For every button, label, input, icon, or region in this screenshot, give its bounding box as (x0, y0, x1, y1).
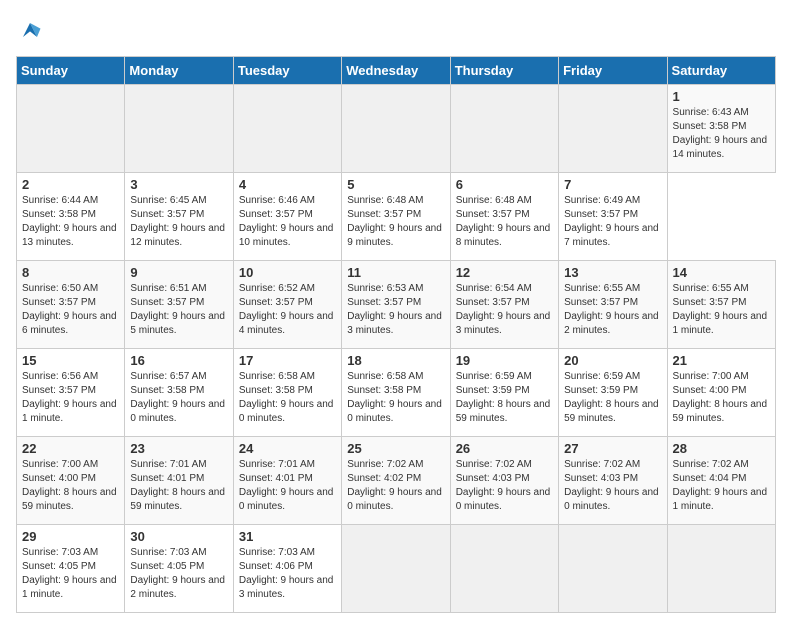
calendar-day: 31Sunrise: 7:03 AMSunset: 4:06 PMDayligh… (233, 525, 341, 613)
header-day: Sunday (17, 57, 125, 85)
calendar-week: 22Sunrise: 7:00 AMSunset: 4:00 PMDayligh… (17, 437, 776, 525)
calendar-day (559, 525, 667, 613)
calendar-day: 30Sunrise: 7:03 AMSunset: 4:05 PMDayligh… (125, 525, 233, 613)
page-header (16, 16, 776, 44)
calendar-day: 9Sunrise: 6:51 AMSunset: 3:57 PMDaylight… (125, 261, 233, 349)
calendar-day: 13Sunrise: 6:55 AMSunset: 3:57 PMDayligh… (559, 261, 667, 349)
calendar-day (450, 525, 558, 613)
header-row: SundayMondayTuesdayWednesdayThursdayFrid… (17, 57, 776, 85)
header-day: Thursday (450, 57, 558, 85)
calendar-week: 8Sunrise: 6:50 AMSunset: 3:57 PMDaylight… (17, 261, 776, 349)
header-day: Saturday (667, 57, 775, 85)
calendar-day: 21Sunrise: 7:00 AMSunset: 4:00 PMDayligh… (667, 349, 775, 437)
calendar-day: 3Sunrise: 6:45 AMSunset: 3:57 PMDaylight… (125, 173, 233, 261)
calendar-week: 29Sunrise: 7:03 AMSunset: 4:05 PMDayligh… (17, 525, 776, 613)
calendar-day (342, 525, 450, 613)
calendar-day: 25Sunrise: 7:02 AMSunset: 4:02 PMDayligh… (342, 437, 450, 525)
empty-cell (450, 85, 558, 173)
calendar-day: 6Sunrise: 6:48 AMSunset: 3:57 PMDaylight… (450, 173, 558, 261)
calendar-week: 15Sunrise: 6:56 AMSunset: 3:57 PMDayligh… (17, 349, 776, 437)
calendar-day: 27Sunrise: 7:02 AMSunset: 4:03 PMDayligh… (559, 437, 667, 525)
calendar-day: 26Sunrise: 7:02 AMSunset: 4:03 PMDayligh… (450, 437, 558, 525)
calendar-day: 20Sunrise: 6:59 AMSunset: 3:59 PMDayligh… (559, 349, 667, 437)
logo-icon (16, 16, 44, 44)
header-day: Tuesday (233, 57, 341, 85)
calendar-day: 1Sunrise: 6:43 AMSunset: 3:58 PMDaylight… (667, 85, 775, 173)
calendar-day: 4Sunrise: 6:46 AMSunset: 3:57 PMDaylight… (233, 173, 341, 261)
calendar-week: 1Sunrise: 6:43 AMSunset: 3:58 PMDaylight… (17, 85, 776, 173)
calendar-day: 23Sunrise: 7:01 AMSunset: 4:01 PMDayligh… (125, 437, 233, 525)
calendar-day: 7Sunrise: 6:49 AMSunset: 3:57 PMDaylight… (559, 173, 667, 261)
calendar-day (667, 525, 775, 613)
header-day: Monday (125, 57, 233, 85)
calendar-week: 2Sunrise: 6:44 AMSunset: 3:58 PMDaylight… (17, 173, 776, 261)
logo (16, 16, 48, 44)
header-day: Wednesday (342, 57, 450, 85)
calendar-day: 10Sunrise: 6:52 AMSunset: 3:57 PMDayligh… (233, 261, 341, 349)
calendar-day: 24Sunrise: 7:01 AMSunset: 4:01 PMDayligh… (233, 437, 341, 525)
empty-cell (17, 85, 125, 173)
empty-cell (559, 85, 667, 173)
calendar-day: 8Sunrise: 6:50 AMSunset: 3:57 PMDaylight… (17, 261, 125, 349)
empty-cell (233, 85, 341, 173)
calendar-day: 11Sunrise: 6:53 AMSunset: 3:57 PMDayligh… (342, 261, 450, 349)
calendar-day: 29Sunrise: 7:03 AMSunset: 4:05 PMDayligh… (17, 525, 125, 613)
calendar-day: 18Sunrise: 6:58 AMSunset: 3:58 PMDayligh… (342, 349, 450, 437)
calendar-day: 15Sunrise: 6:56 AMSunset: 3:57 PMDayligh… (17, 349, 125, 437)
calendar-day: 14Sunrise: 6:55 AMSunset: 3:57 PMDayligh… (667, 261, 775, 349)
calendar-day: 19Sunrise: 6:59 AMSunset: 3:59 PMDayligh… (450, 349, 558, 437)
calendar-day: 12Sunrise: 6:54 AMSunset: 3:57 PMDayligh… (450, 261, 558, 349)
calendar-day: 16Sunrise: 6:57 AMSunset: 3:58 PMDayligh… (125, 349, 233, 437)
calendar-day: 22Sunrise: 7:00 AMSunset: 4:00 PMDayligh… (17, 437, 125, 525)
empty-cell (342, 85, 450, 173)
calendar-day: 2Sunrise: 6:44 AMSunset: 3:58 PMDaylight… (17, 173, 125, 261)
empty-cell (125, 85, 233, 173)
calendar-table: SundayMondayTuesdayWednesdayThursdayFrid… (16, 56, 776, 613)
calendar-day: 5Sunrise: 6:48 AMSunset: 3:57 PMDaylight… (342, 173, 450, 261)
calendar-day: 17Sunrise: 6:58 AMSunset: 3:58 PMDayligh… (233, 349, 341, 437)
calendar-day: 28Sunrise: 7:02 AMSunset: 4:04 PMDayligh… (667, 437, 775, 525)
header-day: Friday (559, 57, 667, 85)
